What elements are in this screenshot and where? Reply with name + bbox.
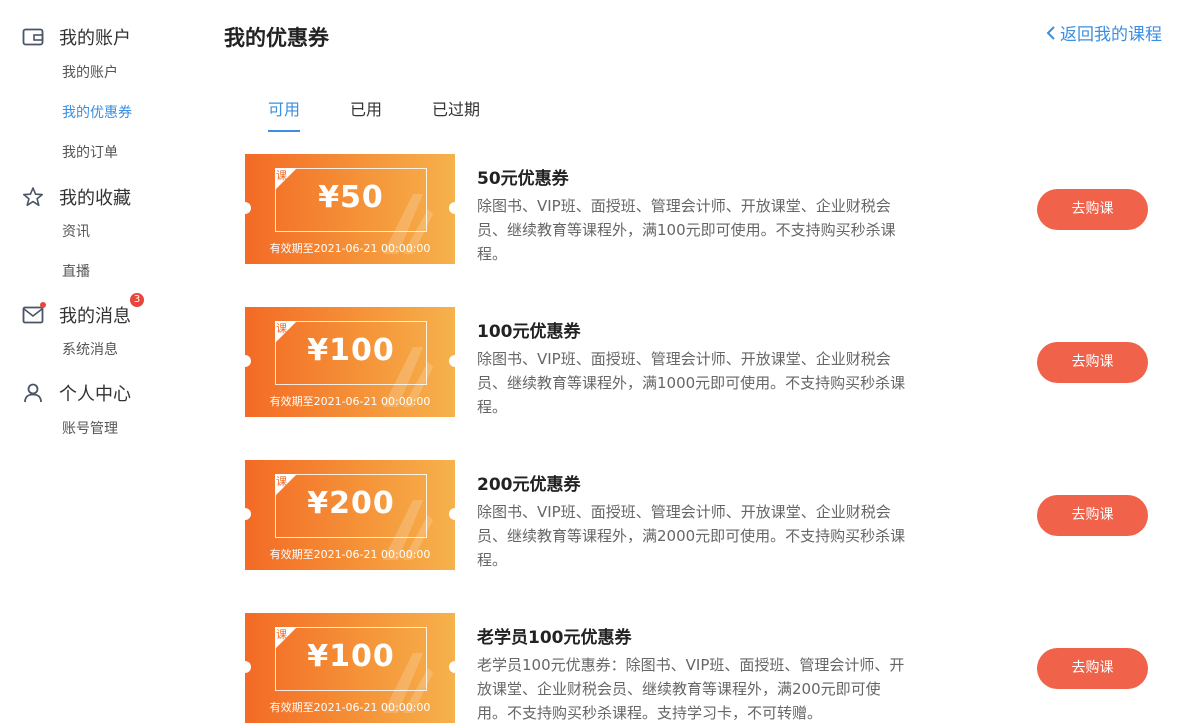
sidebar-group-label: 我的收藏 (59, 188, 131, 209)
coupon-ticket: 课 ¥100 有效期至2021-06-21 00:00:00 (245, 307, 455, 417)
sidebar-item-live[interactable]: 直播 (62, 261, 90, 281)
sidebar-item-system-messages[interactable]: 系统消息 (62, 339, 118, 359)
ticket-notch (449, 661, 455, 673)
sidebar-group-messages[interactable]: 我的消息 (22, 302, 131, 328)
coupon-card: 课 ¥100 有效期至2021-06-21 00:00:00 100元优惠券 除… (245, 307, 1165, 419)
user-icon (22, 382, 44, 404)
ticket-notch (449, 508, 455, 520)
sidebar-group-label: 我的消息 (59, 306, 131, 327)
coupon-amount: ¥100 (307, 639, 395, 674)
coupon-amount: ¥100 (307, 333, 395, 368)
coupon-amount: ¥200 (307, 486, 395, 521)
buy-course-button[interactable]: 去购课 (1037, 495, 1148, 536)
sidebar-group-favorites[interactable]: 我的收藏 (22, 184, 131, 210)
page-title: 我的优惠券 (224, 26, 329, 50)
back-to-courses-link[interactable]: 返回我的课程 (1046, 20, 1162, 45)
coupon-description: 除图书、VIP班、面授班、管理会计师、开放课堂、企业财税会员、继续教育等课程外，… (477, 503, 906, 569)
coupon-description: 除图书、VIP班、面授班、管理会计师、开放课堂、企业财税会员、继续教育等课程外，… (477, 197, 896, 263)
coupon-card: 课 ¥100 有效期至2021-06-21 00:00:00 老学员100元优惠… (245, 613, 1165, 725)
buy-course-button[interactable]: 去购课 (1037, 189, 1148, 230)
sidebar-item-my-coupons[interactable]: 我的优惠券 (62, 102, 132, 122)
sidebar-item-my-orders[interactable]: 我的订单 (62, 142, 118, 162)
coupon-description: 老学员100元优惠券：除图书、VIP班、面授班、管理会计师、开放课堂、企业财税会… (477, 656, 905, 722)
ticket-notch (245, 508, 251, 520)
wallet-icon (22, 26, 44, 48)
coupon-title: 50元优惠券 (477, 169, 569, 189)
tab-expired[interactable]: 已过期 (410, 96, 502, 132)
message-count-badge: 3 (130, 293, 144, 307)
coupon-description: 除图书、VIP班、面授班、管理会计师、开放课堂、企业财税会员、继续教育等课程外，… (477, 350, 906, 416)
buy-course-button[interactable]: 去购课 (1037, 648, 1148, 689)
sidebar: 我的账户 我的账户 我的优惠券 我的订单 我的收藏 资讯 直播 我的消息 3 系… (0, 0, 200, 728)
coupon-amount: ¥50 (318, 180, 384, 215)
ticket-notch (245, 661, 251, 673)
back-link-label: 返回我的课程 (1060, 25, 1162, 45)
coupon-expiry: 有效期至2021-06-21 00:00:00 (269, 395, 431, 408)
coupon-expiry: 有效期至2021-06-21 00:00:00 (269, 548, 431, 561)
coupon-ticket: 课 ¥100 有效期至2021-06-21 00:00:00 (245, 613, 455, 723)
tab-available[interactable]: 可用 (246, 96, 322, 132)
coupon-title: 老学员100元优惠券 (477, 628, 632, 648)
buy-course-button[interactable]: 去购课 (1037, 342, 1148, 383)
coupon-title: 200元优惠券 (477, 475, 581, 495)
sidebar-item-account-management[interactable]: 账号管理 (62, 418, 118, 438)
sidebar-group-profile[interactable]: 个人中心 (22, 380, 131, 406)
coupon-ticket: 课 ¥200 有效期至2021-06-21 00:00:00 (245, 460, 455, 570)
star-icon (22, 186, 44, 208)
chevron-left-icon (1046, 25, 1056, 41)
sidebar-item-my-account[interactable]: 我的账户 (62, 62, 118, 82)
ticket-notch (449, 355, 455, 367)
coupon-expiry: 有效期至2021-06-21 00:00:00 (269, 242, 431, 255)
coupon-tabs: 可用 已用 已过期 (246, 96, 508, 132)
coupon-ticket: 课 ¥50 有效期至2021-06-21 00:00:00 (245, 154, 455, 264)
coupon-title: 100元优惠券 (477, 322, 581, 342)
mail-icon (22, 302, 46, 326)
sidebar-group-account[interactable]: 我的账户 (22, 24, 131, 50)
tab-used[interactable]: 已用 (328, 96, 404, 132)
coupon-card: 课 ¥50 有效期至2021-06-21 00:00:00 50元优惠券 除图书… (245, 154, 1165, 266)
coupon-card: 课 ¥200 有效期至2021-06-21 00:00:00 200元优惠券 除… (245, 460, 1165, 572)
sidebar-group-label: 个人中心 (59, 384, 131, 405)
sidebar-group-label: 我的账户 (59, 28, 131, 49)
ticket-notch (245, 355, 251, 367)
coupon-expiry: 有效期至2021-06-21 00:00:00 (269, 701, 431, 714)
unread-dot (40, 302, 46, 308)
sidebar-item-news[interactable]: 资讯 (62, 221, 90, 241)
ticket-notch (449, 202, 455, 214)
ticket-notch (245, 202, 251, 214)
